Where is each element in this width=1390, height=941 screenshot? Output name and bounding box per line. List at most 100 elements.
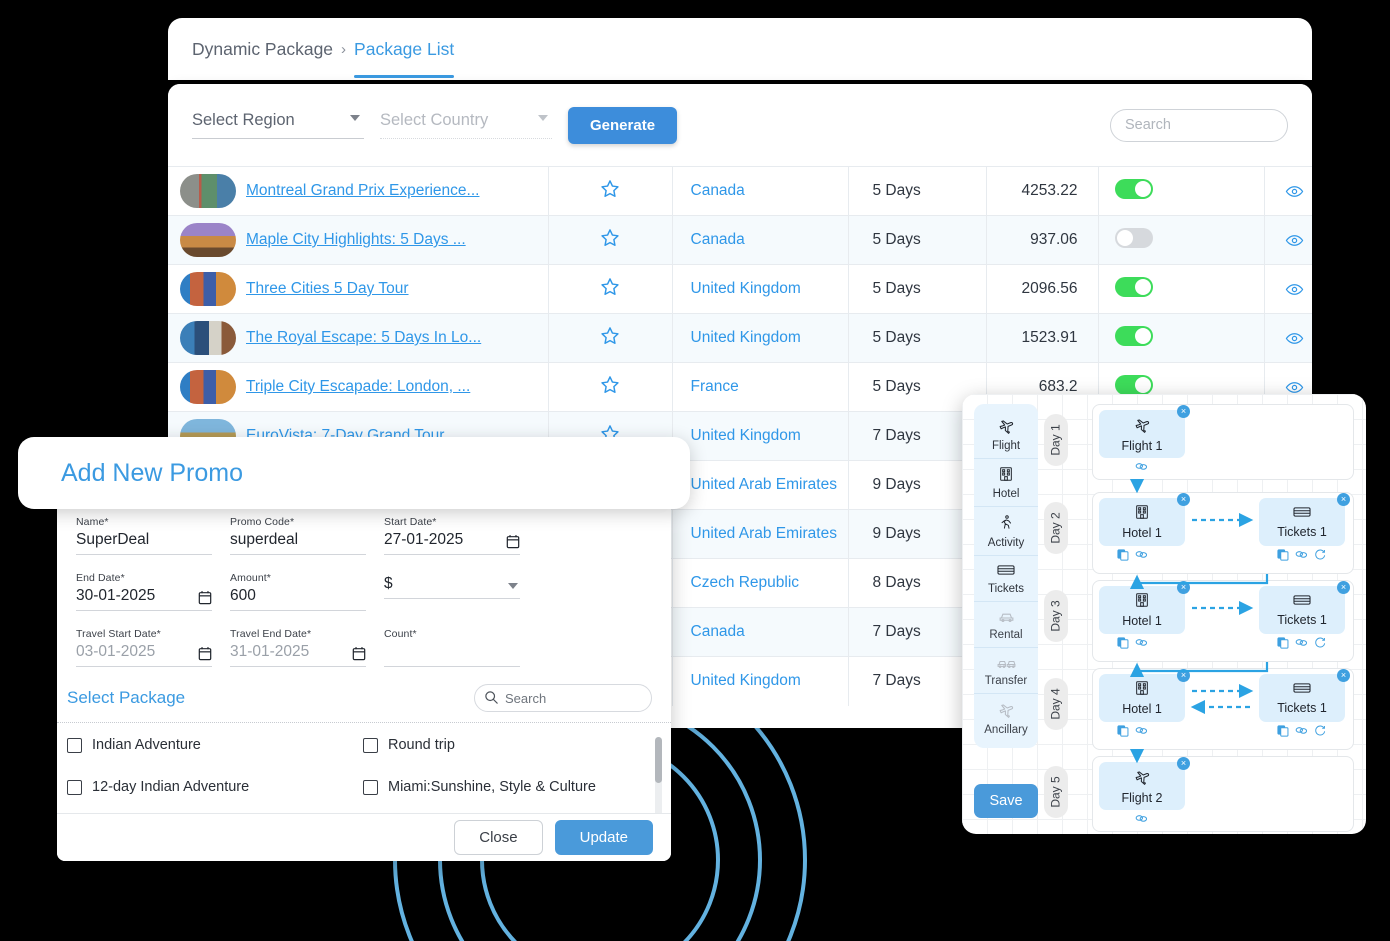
save-button[interactable]: Save — [974, 784, 1038, 818]
list-item[interactable]: Miami:Sunshine, Style & Culture — [363, 779, 659, 795]
update-button[interactable]: Update — [554, 820, 653, 855]
star-icon[interactable] — [599, 374, 621, 396]
link-icon[interactable] — [1295, 725, 1308, 737]
link-icon[interactable] — [1295, 549, 1308, 561]
day-row: Flight 2 × — [1092, 756, 1354, 832]
close-icon[interactable]: × — [1177, 581, 1190, 594]
list-item[interactable]: Round trip — [363, 737, 659, 753]
hotel-icon — [1134, 504, 1150, 525]
link-icon[interactable] — [1135, 813, 1148, 824]
link-icon[interactable] — [1295, 637, 1308, 649]
field-value[interactable]: superdeal — [230, 531, 366, 555]
package-name-link[interactable]: The Royal Escape: 5 Days In Lo... — [246, 329, 481, 347]
breadcrumb-root[interactable]: Dynamic Package — [192, 39, 333, 60]
package-name-link[interactable]: Triple City Escapade: London, ... — [246, 378, 470, 396]
checkbox[interactable] — [67, 737, 82, 753]
close-icon[interactable]: × — [1177, 493, 1190, 506]
checkbox[interactable] — [363, 737, 378, 753]
close-icon[interactable]: × — [1337, 669, 1350, 682]
copy-icon[interactable] — [1277, 725, 1289, 737]
refresh-icon[interactable] — [1314, 549, 1326, 561]
select-country-dropdown[interactable]: Select Country — [380, 111, 552, 139]
calendar-icon[interactable] — [198, 590, 212, 605]
status-toggle[interactable] — [1114, 374, 1153, 395]
package-name-link[interactable]: Maple City Highlights: 5 Days ... — [246, 231, 466, 249]
cell-favorite[interactable] — [548, 215, 673, 265]
link-icon[interactable] — [1135, 549, 1148, 561]
checkbox[interactable] — [363, 779, 378, 795]
breadcrumb-current[interactable]: Package List — [354, 39, 455, 78]
list-item[interactable]: 12-day Indian Adventure — [67, 779, 363, 795]
calendar-icon[interactable] — [198, 646, 212, 661]
link-icon[interactable] — [1135, 461, 1148, 472]
checkbox[interactable] — [67, 779, 82, 795]
itinerary-node-flight-1[interactable]: Flight 1 — [1099, 410, 1185, 458]
star-icon[interactable] — [599, 276, 621, 298]
field-value[interactable]: 31-01-2025 — [230, 643, 366, 667]
palette-item-activity[interactable]: Activity — [974, 507, 1038, 556]
eye-icon[interactable] — [1285, 280, 1304, 299]
itinerary-node-tickets-1[interactable]: Tickets 1 — [1259, 586, 1345, 634]
calendar-icon[interactable] — [352, 646, 366, 661]
itinerary-node-tickets-1[interactable]: Tickets 1 — [1259, 498, 1345, 546]
copy-icon[interactable] — [1117, 549, 1129, 561]
copy-icon[interactable] — [1117, 725, 1129, 737]
list-item[interactable]: Indian Adventure — [67, 737, 363, 753]
calendar-icon[interactable] — [506, 534, 520, 549]
link-icon[interactable] — [1135, 637, 1148, 649]
close-icon[interactable]: × — [1177, 669, 1190, 682]
package-thumbnail — [180, 174, 236, 208]
copy-icon[interactable] — [1277, 637, 1289, 649]
cell-favorite[interactable] — [548, 362, 673, 412]
palette-item-flight[interactable]: Flight — [974, 410, 1038, 459]
close-button[interactable]: Close — [454, 820, 543, 855]
field-value[interactable]: 600 — [230, 587, 366, 611]
eye-icon[interactable] — [1285, 182, 1304, 201]
day-label-text: Day 2 — [1049, 512, 1064, 544]
close-icon[interactable]: × — [1337, 581, 1350, 594]
cell-favorite[interactable] — [548, 313, 673, 363]
status-toggle[interactable] — [1114, 325, 1153, 346]
close-icon[interactable]: × — [1177, 757, 1190, 770]
field-value[interactable]: 27-01-2025 — [384, 531, 520, 555]
field-value[interactable]: 03-01-2025 — [76, 643, 212, 667]
search-input[interactable] — [1110, 108, 1288, 142]
status-toggle[interactable] — [1114, 276, 1153, 297]
itinerary-node-tickets-1[interactable]: Tickets 1 — [1259, 674, 1345, 722]
itinerary-node-hotel-1[interactable]: Hotel 1 — [1099, 498, 1185, 546]
link-icon[interactable] — [1135, 725, 1148, 737]
plane-icon — [1134, 416, 1151, 438]
day-label: Day 3 — [1044, 590, 1068, 642]
form-field-currency: $ — [375, 572, 529, 611]
cell-favorite[interactable] — [548, 166, 673, 216]
itinerary-node-hotel-1[interactable]: Hotel 1 — [1099, 674, 1185, 722]
field-value[interactable]: 30-01-2025 — [76, 587, 212, 611]
palette-item-hotel[interactable]: Hotel — [974, 459, 1038, 507]
package-name-link[interactable]: Three Cities 5 Day Tour — [246, 280, 409, 298]
close-icon[interactable]: × — [1337, 493, 1350, 506]
close-icon[interactable]: × — [1177, 405, 1190, 418]
copy-icon[interactable] — [1277, 549, 1289, 561]
package-search-input[interactable] — [474, 684, 652, 712]
star-icon[interactable] — [599, 178, 621, 200]
field-value[interactable] — [384, 643, 520, 667]
eye-icon[interactable] — [1285, 231, 1304, 250]
itinerary-node-flight-2[interactable]: Flight 2 — [1099, 762, 1185, 810]
field-value[interactable]: SuperDeal — [76, 531, 212, 555]
star-icon[interactable] — [599, 325, 621, 347]
generate-button[interactable]: Generate — [568, 106, 678, 144]
status-toggle[interactable] — [1114, 227, 1153, 248]
palette-item-tickets[interactable]: Tickets — [974, 556, 1038, 602]
eye-icon[interactable] — [1285, 329, 1304, 348]
itinerary-node-hotel-1[interactable]: Hotel 1 — [1099, 586, 1185, 634]
copy-icon[interactable] — [1117, 637, 1129, 649]
cell-favorite[interactable] — [548, 264, 673, 314]
package-name-link[interactable]: Montreal Grand Prix Experience... — [246, 182, 479, 200]
refresh-icon[interactable] — [1314, 725, 1326, 737]
hotel-icon — [998, 467, 1014, 486]
refresh-icon[interactable] — [1314, 637, 1326, 649]
select-region-dropdown[interactable]: Select Region — [192, 111, 364, 139]
field-value[interactable]: $ — [384, 575, 520, 599]
star-icon[interactable] — [599, 227, 621, 249]
status-toggle[interactable] — [1114, 178, 1153, 199]
